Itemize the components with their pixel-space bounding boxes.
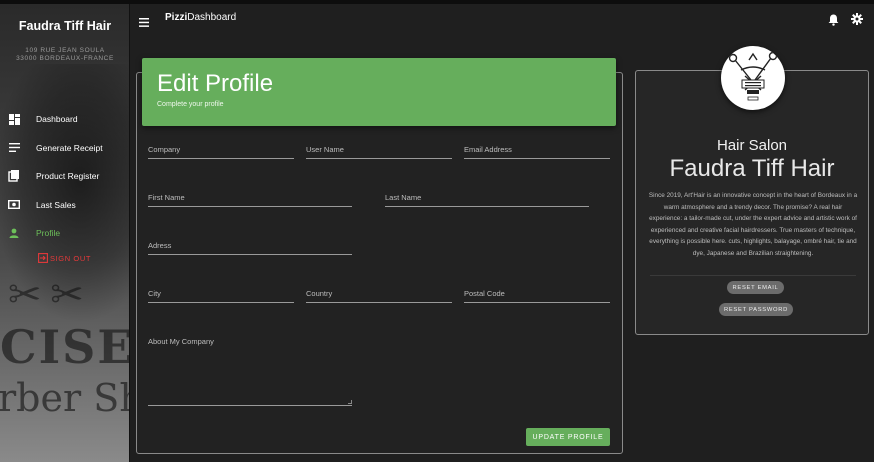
sidebar-item-generate-receipt[interactable]: Generate Receipt — [0, 134, 129, 163]
sidebar-item-label: Dashboard — [36, 114, 78, 125]
email-field[interactable]: Email Address — [464, 145, 610, 159]
country-field[interactable]: Country — [306, 289, 452, 303]
brand-title: Faudra Tiff Hair — [18, 19, 112, 33]
sidebar-item-dashboard[interactable]: Dashboard — [0, 105, 129, 134]
receipt-icon — [8, 142, 20, 154]
sidebar-nav: Dashboard Generate Receipt Product Regis… — [0, 105, 129, 248]
sidebar-item-label: Last Sales — [36, 199, 76, 210]
product-icon — [8, 170, 20, 182]
username-field[interactable]: User Name — [306, 145, 452, 159]
sales-icon — [8, 199, 20, 211]
company-label: Company — [148, 145, 181, 154]
address-label: Adress — [148, 241, 172, 250]
last-name-field[interactable]: Last Name — [385, 193, 589, 207]
gear-icon[interactable] — [851, 12, 863, 25]
address-line-2: 33000 BORDEAUX-FRANCE — [16, 55, 114, 62]
about-company-label: About My Company — [148, 337, 214, 346]
postal-code-label: Postal Code — [464, 289, 505, 298]
profile-category: Hair Salon — [716, 137, 788, 154]
edit-profile-header: Edit Profile Complete your profile — [142, 58, 616, 126]
sidebar-item-last-sales[interactable]: Last Sales — [0, 191, 129, 220]
sign-out-label: SIGN OUT — [50, 253, 92, 263]
scissors-watermark-icon: ✂ ✂ — [8, 272, 84, 318]
address-line-1: 109 RUE JEAN SOULA — [25, 47, 105, 54]
dashboard-title: PizziDashboard — [165, 12, 236, 23]
address-field[interactable]: Adress — [148, 241, 352, 255]
edit-profile-title: Edit Profile — [157, 70, 274, 97]
sign-out-button[interactable]: SIGN OUT — [38, 253, 91, 263]
sidebar: ✂ ✂ CISE rber Sh Faudra Tiff Hair 109 RU… — [0, 4, 130, 462]
profile-divider — [650, 275, 856, 276]
postal-code-field[interactable]: Postal Code — [464, 289, 610, 303]
last-name-label: Last Name — [385, 193, 422, 202]
brand-address: 109 RUE JEAN SOULA 33000 BORDEAUX-FRANCE — [0, 47, 129, 63]
logout-icon — [38, 253, 48, 263]
edit-profile-subtitle: Complete your profile — [157, 101, 224, 108]
city-field[interactable]: City — [148, 289, 294, 303]
sidebar-item-product-register[interactable]: Product Register — [0, 162, 129, 191]
sidebar-watermark-text: CISE — [0, 320, 130, 374]
profile-description: Since 2019, Art'Hair is an innovative co… — [648, 192, 858, 257]
bell-icon[interactable] — [828, 13, 839, 26]
about-company-textarea[interactable]: About My Company — [148, 337, 352, 406]
username-label: User Name — [306, 145, 344, 154]
city-label: City — [148, 289, 161, 298]
sidebar-item-label: Product Register — [36, 171, 100, 182]
first-name-field[interactable]: First Name — [148, 193, 352, 207]
dashboard-icon — [8, 113, 20, 125]
email-label: Email Address — [464, 145, 512, 154]
salon-logo-avatar — [721, 46, 785, 110]
menu-icon[interactable] — [139, 14, 149, 27]
first-name-label: First Name — [148, 193, 185, 202]
sidebar-item-label: Generate Receipt — [36, 142, 103, 153]
profile-name: Faudra Tiff Hair — [669, 155, 835, 182]
company-field[interactable]: Company — [148, 145, 294, 159]
reset-email-button[interactable]: RESET EMAIL — [727, 281, 784, 294]
top-border — [0, 0, 874, 4]
sidebar-watermark-text-2: rber Sh — [0, 376, 129, 420]
update-profile-button[interactable]: UPDATE PROFILE — [526, 428, 610, 446]
resize-handle-icon[interactable] — [348, 400, 352, 404]
reset-password-button[interactable]: RESET PASSWORD — [719, 303, 793, 316]
person-icon — [8, 227, 20, 239]
country-label: Country — [306, 289, 333, 298]
dashboard-title-rest: Dashboard — [187, 12, 237, 23]
dashboard-title-bold: Pizzi — [165, 12, 188, 23]
sidebar-item-profile[interactable]: Profile — [0, 219, 129, 248]
sidebar-item-label: Profile — [36, 228, 61, 239]
